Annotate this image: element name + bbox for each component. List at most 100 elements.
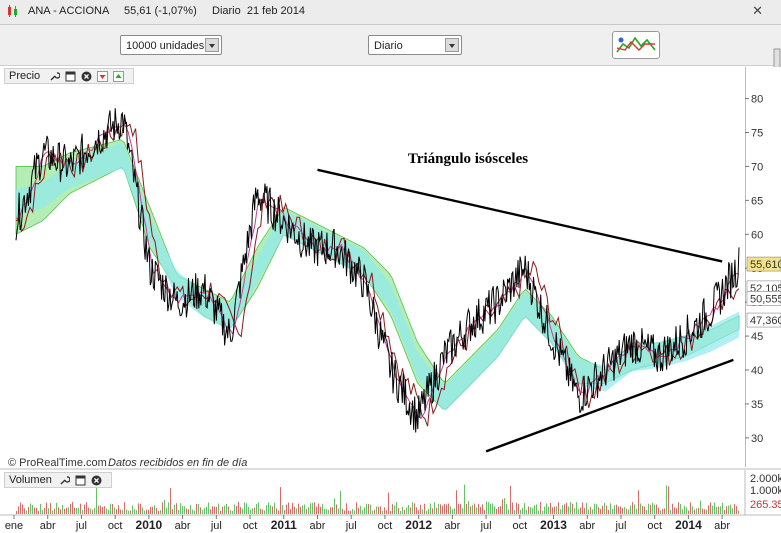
volume-bar (136, 510, 137, 514)
volume-bar (484, 509, 485, 514)
volume-bar (644, 506, 645, 514)
close-icon[interactable] (91, 475, 102, 486)
volume-bar (16, 510, 17, 514)
volume-panel-label: Volumen (9, 474, 52, 486)
volume-bar (602, 505, 603, 514)
y-tick-label: 80 (751, 94, 763, 106)
volume-bar (412, 502, 413, 514)
volume-bar (396, 502, 397, 514)
volume-bar (510, 485, 511, 514)
price-tags: 55,61052,10550,55547,360 (746, 256, 781, 328)
wrench-icon[interactable] (59, 475, 70, 486)
volume-bar (736, 506, 737, 514)
volume-bar (628, 509, 629, 514)
volume-bar (386, 510, 387, 514)
volume-bar (642, 506, 643, 514)
volume-bar (464, 484, 465, 514)
volume-bar (180, 503, 181, 514)
volume-bar (338, 508, 339, 514)
volume-bar (676, 508, 677, 514)
volume-bar (428, 509, 429, 514)
volume-bar (192, 509, 193, 514)
volume-bar (682, 509, 683, 514)
volume-bar (178, 509, 179, 514)
x-tick-label: 2010 (136, 518, 163, 532)
volume-bar (220, 510, 221, 514)
volume-bar (390, 510, 391, 514)
x-tick-label: oct (512, 520, 527, 532)
price-chart[interactable]: 3035404550556065707580 55,61052,10550,55… (0, 0, 781, 533)
volume-bar (292, 502, 293, 514)
volume-bar (304, 504, 305, 514)
volume-bar (52, 510, 53, 514)
volume-bar (198, 504, 199, 514)
volume-bar (368, 504, 369, 514)
x-tick-label: 2011 (271, 518, 297, 532)
volume-bar (42, 510, 43, 514)
x-tick-label: 2014 (675, 518, 702, 532)
volume-bar (520, 509, 521, 514)
volume-bar (50, 503, 51, 514)
volume-bar (400, 510, 401, 514)
volume-bar (222, 506, 223, 514)
price-tag-label: 47,360 (750, 315, 781, 327)
volume-bar (146, 509, 147, 514)
volume-bar (364, 507, 365, 514)
volume-bar (188, 509, 189, 514)
volume-bar (158, 510, 159, 514)
volume-bar (326, 509, 327, 514)
volume-bar (276, 508, 277, 514)
volume-bar (138, 503, 139, 514)
volume-bar (714, 502, 715, 514)
volume-bar (170, 488, 171, 514)
volume-bar (176, 503, 177, 514)
volume-bar (546, 503, 547, 514)
volume-bar (58, 507, 59, 514)
volume-bar (434, 502, 435, 514)
volume-bar (732, 508, 733, 514)
volume-bar (342, 508, 343, 514)
volume-bar (88, 507, 89, 514)
triangle-annotation: Triángulo isósceles (408, 151, 528, 167)
volume-bar (190, 505, 191, 514)
volume-bar (734, 504, 735, 514)
volume-bar (270, 505, 271, 514)
x-tick-label: jul (480, 520, 492, 532)
volume-bar (398, 508, 399, 514)
volume-bar (620, 506, 621, 514)
volume-bar (322, 503, 323, 514)
volume-bar (274, 502, 275, 514)
volume-bar (318, 503, 319, 514)
volume-bar (356, 502, 357, 514)
volume-bar (166, 507, 167, 514)
volume-bar (118, 505, 119, 514)
volume-bar (514, 510, 515, 514)
volume-bar (506, 503, 507, 514)
volume-bar (100, 505, 101, 514)
volume-bar (708, 505, 709, 514)
volume-bar (152, 506, 153, 514)
volume-bar (458, 503, 459, 514)
volume-bar (672, 503, 673, 514)
volume-bar (634, 504, 635, 514)
volume-tick: 265.35 (750, 499, 781, 511)
volume-bar (702, 508, 703, 514)
volume-bar (344, 510, 345, 514)
volume-bar (308, 507, 309, 514)
window-icon[interactable] (75, 475, 86, 486)
x-tick-label: abr (310, 520, 326, 532)
volume-bar (154, 505, 155, 514)
volume-bar (352, 509, 353, 514)
volume-bar (54, 508, 55, 514)
volume-bar (360, 505, 361, 514)
volume-bar (498, 507, 499, 514)
volume-bar (536, 504, 537, 514)
volume-bar (404, 509, 405, 514)
volume-bar (666, 485, 667, 514)
volume-bar (442, 505, 443, 514)
volume-bar (80, 503, 81, 514)
volume-bar (468, 501, 469, 514)
volume-bar (596, 504, 597, 514)
volume-bar (460, 504, 461, 514)
volume-bar (406, 507, 407, 514)
